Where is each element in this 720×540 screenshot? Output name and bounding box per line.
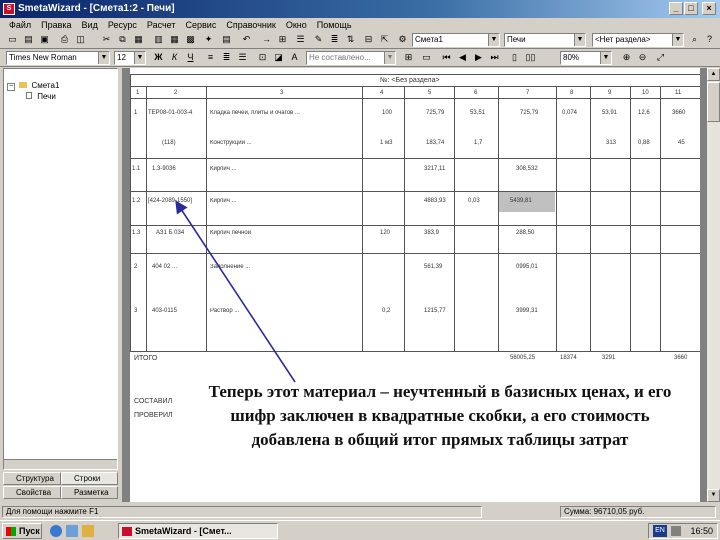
- annotation-arrow: [175, 200, 296, 383]
- status-bar: Для помощи нажмите F1 Сумма: 96710,05 ру…: [0, 505, 720, 519]
- status-message: Для помощи нажмите F1: [2, 506, 482, 518]
- status-sum: Сумма: 96710,05 руб.: [560, 506, 716, 518]
- taskbar-task-smetawizard[interactable]: SmetaWizard - [Смет...: [118, 523, 278, 539]
- language-indicator[interactable]: EN: [653, 525, 667, 537]
- browser-icon[interactable]: [50, 525, 62, 537]
- folder-icon[interactable]: [82, 525, 94, 537]
- app-window: S SmetaWizard - [Смета1:2 - Печи] _ □ × …: [0, 0, 720, 540]
- desktop-icon[interactable]: [66, 525, 78, 537]
- taskbar: Пуск SmetaWizard - [Смет... EN 16:50: [0, 520, 720, 540]
- system-tray: EN 16:50: [648, 523, 718, 539]
- start-label: Пуск: [19, 526, 40, 536]
- app-icon: [122, 527, 132, 536]
- windows-logo-icon: [6, 527, 16, 536]
- tutorial-caption: Теперь этот материал – неучтенный в бази…: [208, 382, 672, 449]
- task-label: SmetaWizard - [Смет...: [135, 526, 232, 536]
- start-button[interactable]: Пуск: [2, 523, 42, 539]
- clock: 16:50: [690, 526, 713, 536]
- volume-icon[interactable]: [671, 526, 681, 536]
